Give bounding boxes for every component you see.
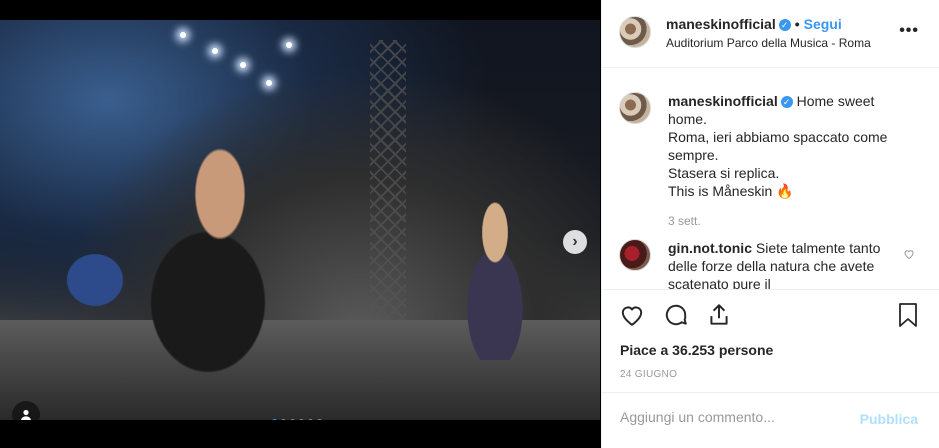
carousel-dot — [272, 419, 277, 420]
caption-line: Stasera si replica. — [668, 165, 780, 181]
singer-figure — [100, 140, 340, 410]
publish-button[interactable]: Pubblica — [860, 411, 918, 427]
header-username[interactable]: maneskinofficial — [666, 16, 776, 32]
caption-time[interactable]: 3 sett. — [668, 214, 701, 228]
caption-username[interactable]: maneskinofficial — [668, 93, 778, 109]
follow-button[interactable]: Segui — [804, 16, 842, 32]
carousel-indicator — [272, 419, 322, 420]
stage-light — [212, 48, 218, 54]
post-photo[interactable]: › — [0, 20, 600, 420]
carousel-dot — [317, 419, 322, 420]
next-slide-button[interactable]: › — [563, 230, 587, 254]
bassist-figure — [440, 190, 550, 360]
comment-input[interactable] — [620, 409, 850, 425]
post-header: maneskinofficial ✓ • Segui Auditorium Parco… — [602, 0, 939, 68]
comment-icon[interactable] — [663, 302, 689, 333]
location-link[interactable]: Auditorium Parco della Musica - Roma — [666, 36, 871, 50]
comments-section[interactable]: maneskinofficial ✓ Home sweet home. Roma,… — [602, 69, 939, 289]
heart-icon[interactable] — [619, 302, 645, 333]
share-icon[interactable] — [706, 302, 732, 333]
likes-count[interactable]: Piace a 36.253 persone — [620, 342, 773, 358]
header-separator: • — [794, 16, 800, 32]
comment-item: gin.not.tonic Siete talmente tanto delle… — [668, 239, 898, 289]
post-actions: Piace a 36.253 persone 24 GIUGNO — [602, 289, 939, 392]
stage-light — [266, 80, 272, 86]
carousel-dot — [308, 419, 313, 420]
more-options-icon[interactable]: ••• — [899, 22, 919, 40]
verified-badge-icon: ✓ — [780, 96, 793, 109]
stage-light — [286, 42, 292, 48]
post-date[interactable]: 24 GIUGNO — [620, 369, 677, 380]
comment-like-icon[interactable] — [903, 247, 915, 265]
caption-avatar[interactable] — [619, 92, 651, 124]
bookmark-icon[interactable] — [896, 302, 920, 333]
carousel-dot — [299, 419, 304, 420]
stage-truss — [370, 40, 406, 340]
post-sidebar: maneskinofficial ✓ • Segui Auditorium Parco… — [601, 0, 939, 448]
stage-light — [180, 32, 186, 38]
stage-light — [240, 62, 246, 68]
add-comment-bar: Pubblica — [602, 392, 939, 448]
carousel-dot — [290, 419, 295, 420]
avatar[interactable] — [619, 16, 651, 48]
comment-avatar[interactable] — [619, 239, 651, 271]
comment-username[interactable]: gin.not.tonic — [668, 240, 752, 256]
caption-line: Roma, ieri abbiamo spaccato come sempre. — [668, 129, 888, 163]
caption-line: This is Måneskin 🔥 — [668, 183, 794, 199]
header-username-row: maneskinofficial ✓ • Segui — [666, 16, 842, 32]
verified-badge-icon: ✓ — [778, 19, 791, 32]
post-caption: maneskinofficial ✓ Home sweet home. Roma,… — [668, 92, 898, 200]
carousel-dot — [281, 419, 286, 420]
